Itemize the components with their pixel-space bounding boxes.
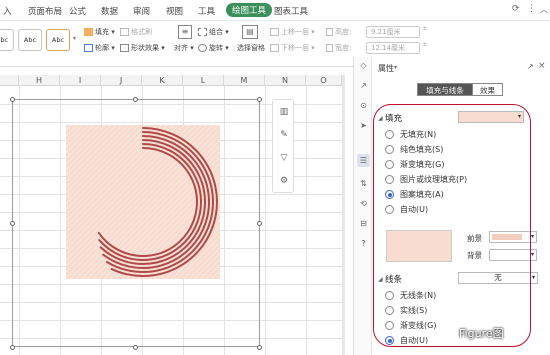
column-header-m[interactable]: M bbox=[224, 75, 265, 86]
menu-formula[interactable]: 公式 bbox=[69, 5, 86, 17]
tab-effects[interactable]: 效果 bbox=[473, 83, 503, 96]
height-icon bbox=[326, 28, 333, 36]
sync-icon[interactable]: ⟳ bbox=[512, 4, 520, 14]
floating-toolbar: ▥ ✎ ▽ ⚙ bbox=[272, 99, 294, 193]
resize-handle[interactable] bbox=[10, 97, 15, 102]
shape-effect-button[interactable]: 形状效果 ▾ bbox=[120, 43, 165, 53]
resize-handle[interactable] bbox=[10, 345, 15, 350]
history-icon[interactable]: ⟲ bbox=[357, 197, 370, 210]
align-button[interactable]: 对齐 ▾ bbox=[174, 43, 194, 53]
column-header-o[interactable]: O bbox=[306, 75, 342, 86]
pattern-ring-shape[interactable] bbox=[60, 119, 226, 285]
menu-tools[interactable]: 工具 bbox=[198, 5, 215, 17]
height-stepper-icon[interactable]: ± bbox=[422, 25, 427, 32]
height-label: 高度: bbox=[326, 27, 351, 37]
pen-icon[interactable]: ✎ bbox=[276, 127, 292, 143]
panel-tabs: 填充与线条 效果 bbox=[417, 83, 503, 96]
column-header-l[interactable]: L bbox=[183, 75, 224, 86]
send-backward-button[interactable]: 下移一层 ▾ bbox=[270, 43, 315, 53]
resize-handle[interactable] bbox=[257, 221, 262, 226]
row-number-corner bbox=[0, 75, 19, 86]
filter-icon[interactable]: ▽ bbox=[276, 150, 292, 166]
menu-data[interactable]: 数据 bbox=[101, 5, 118, 17]
style-icon[interactable]: ⊙ bbox=[357, 99, 370, 112]
shape-style-preset-2[interactable]: Abc bbox=[18, 29, 42, 51]
close-icon[interactable]: × bbox=[538, 61, 546, 71]
group-button[interactable]: 组合 ▾ bbox=[198, 27, 229, 37]
resize-handle[interactable] bbox=[133, 97, 138, 102]
more-icon[interactable]: ⋮ bbox=[527, 4, 536, 14]
menu-bar: 入 页面布局 公式 数据 审阅 视图 工具 绘图工具 图表工具 ⟳ ⋮ ︿ bbox=[0, 0, 550, 21]
style-more-icon[interactable]: ▾ bbox=[73, 35, 76, 42]
grid-line bbox=[265, 86, 266, 355]
help-icon[interactable]: ? bbox=[357, 237, 370, 250]
effect-icon bbox=[120, 44, 129, 52]
width-icon bbox=[326, 44, 333, 52]
menu-view[interactable]: 视图 bbox=[166, 5, 183, 17]
format-brush-button[interactable]: 格式刷 bbox=[120, 27, 152, 37]
column-header-j[interactable]: J bbox=[101, 75, 142, 86]
cursor-icon[interactable]: ➤ bbox=[357, 119, 370, 132]
bring-forward-button[interactable]: 上移一层 ▾ bbox=[270, 27, 315, 37]
width-stepper-icon[interactable]: ± bbox=[422, 41, 427, 48]
width-label: 宽度: bbox=[326, 43, 351, 53]
pen-outline-icon bbox=[84, 44, 93, 52]
resize-handle[interactable] bbox=[257, 345, 262, 350]
chart-icon[interactable]: ▥ bbox=[276, 104, 292, 120]
column-header-i[interactable]: I bbox=[60, 75, 101, 86]
column-header-n[interactable]: N bbox=[265, 75, 306, 86]
chevron-up-icon[interactable]: ︿ bbox=[540, 4, 548, 15]
chevron-down-icon: ▾ bbox=[530, 251, 534, 258]
panel-title-dropdown-icon[interactable]: ▾ bbox=[394, 64, 397, 71]
select-pane-button[interactable]: 选择窗格 bbox=[237, 43, 265, 53]
column-header-row: H I J K L M N O bbox=[0, 75, 345, 86]
highlight-annotation bbox=[373, 104, 531, 347]
spreadsheet-area[interactable]: H I J K L M N O ▥ ✎ ▽ ⚙ bbox=[0, 75, 345, 355]
layer-down-icon bbox=[270, 44, 279, 52]
rotate-button[interactable]: 旋转 ▾ bbox=[198, 43, 229, 53]
width-input[interactable]: 12.14厘米 bbox=[366, 42, 420, 54]
menu-review[interactable]: 审阅 bbox=[133, 5, 150, 17]
menu-drawing-tools[interactable]: 绘图工具 bbox=[226, 3, 273, 17]
shape-style-preset-1[interactable]: Abc bbox=[0, 29, 14, 51]
column-header-k[interactable]: K bbox=[142, 75, 183, 86]
height-input[interactable]: 9.21厘米 bbox=[366, 26, 420, 38]
formula-gap bbox=[0, 67, 345, 75]
panel-title: 属性 bbox=[378, 64, 394, 73]
menu-chart-tools[interactable]: 图表工具 bbox=[274, 5, 308, 17]
shape-icon[interactable]: ◇ bbox=[357, 59, 370, 72]
tab-fill-and-line[interactable]: 填充与线条 bbox=[417, 83, 473, 96]
select-pane-icon: ▤ bbox=[242, 25, 258, 39]
menu-page-layout[interactable]: 页面布局 bbox=[28, 5, 62, 17]
fill-bucket-icon bbox=[84, 28, 93, 36]
pointer-icon[interactable]: ↗ bbox=[357, 79, 370, 92]
column-header-h[interactable]: H bbox=[19, 75, 60, 86]
layer-up-icon bbox=[270, 28, 279, 36]
side-toolbar: ◇ ↗ ⊙ ➤ ☰ ⇅ ⟲ ⊟ ? bbox=[353, 57, 372, 355]
properties-icon[interactable]: ☰ bbox=[357, 154, 370, 167]
chevron-down-icon: ▾ bbox=[531, 274, 535, 281]
watermark-text: Figure图 bbox=[459, 327, 504, 340]
outline-button[interactable]: 轮廓 ▾ bbox=[84, 43, 115, 53]
pin-icon[interactable]: ↗ bbox=[527, 62, 534, 71]
resize-handle[interactable] bbox=[10, 221, 15, 226]
rotate-icon bbox=[198, 44, 207, 52]
grid-line bbox=[306, 86, 307, 355]
arrange-icon[interactable]: ⇅ bbox=[357, 177, 370, 190]
shape-style-preset-3[interactable]: Abc bbox=[46, 29, 70, 51]
group-icon bbox=[198, 28, 207, 36]
resize-handle[interactable] bbox=[133, 345, 138, 350]
resize-handle[interactable] bbox=[257, 97, 262, 102]
limit-icon[interactable]: ⊟ bbox=[357, 217, 370, 230]
settings-icon[interactable]: ⚙ bbox=[276, 173, 292, 189]
align-icon: ≡ bbox=[178, 25, 192, 39]
chevron-down-icon: ▾ bbox=[530, 233, 534, 240]
menu-insert[interactable]: 入 bbox=[3, 5, 12, 17]
brush-icon bbox=[120, 28, 129, 36]
vertical-scrollbar[interactable] bbox=[342, 75, 345, 355]
fill-button[interactable]: 填充 ▾ bbox=[84, 27, 115, 37]
